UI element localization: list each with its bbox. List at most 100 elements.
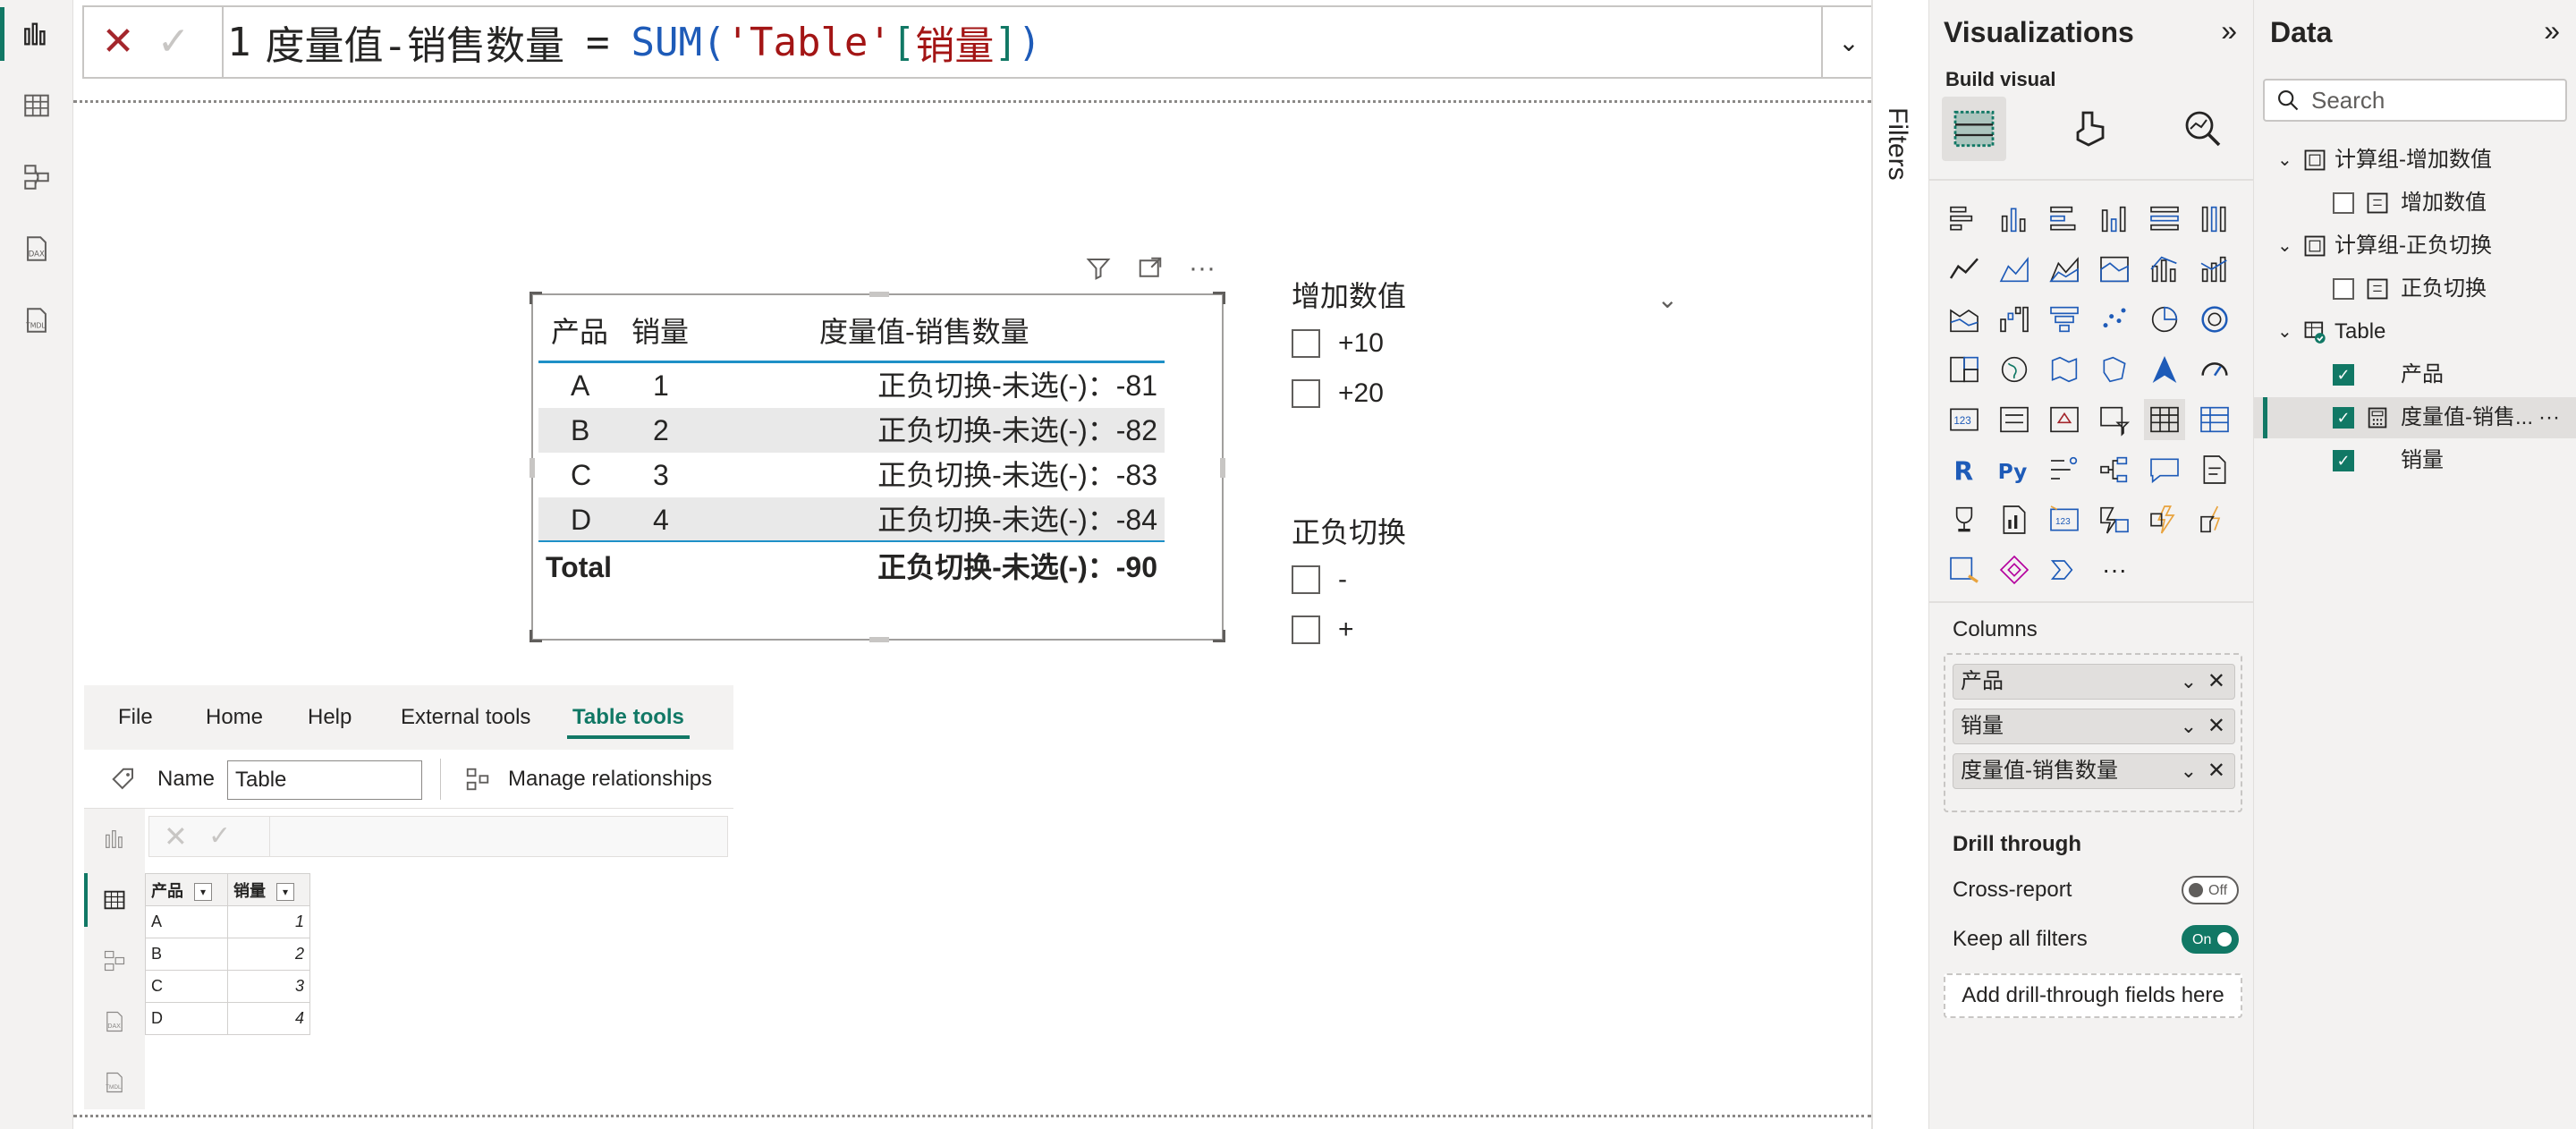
tab-home[interactable]: Home [206, 685, 263, 750]
filters-label[interactable]: Filters [1882, 107, 1912, 181]
build-visual-tab-icon[interactable] [1942, 97, 2006, 161]
formula-text[interactable]: 1 度量值-销售数量 = SUM( 'Table' [ 销量 ] ) [222, 7, 1819, 77]
tab-table-tools[interactable]: Table tools [567, 685, 690, 750]
resize-corner-br[interactable] [1213, 630, 1225, 642]
table-view-icon[interactable] [0, 73, 73, 138]
report-view-icon[interactable] [84, 809, 145, 870]
confirm-icon[interactable]: ✓ [147, 14, 200, 68]
collapse-pane-icon[interactable]: » [2221, 14, 2237, 47]
formula-bar[interactable]: ✕ ✓ 1 度量值-销售数量 = SUM( 'Table' [ 销量 ] ) ⌄ [82, 5, 1877, 79]
drill-through-drop-zone[interactable]: Add drill-through fields here [1944, 973, 2242, 1018]
waterfall-chart-icon[interactable] [1994, 299, 2035, 340]
chevron-down-icon[interactable]: ⌄ [2277, 140, 2292, 181]
paginated-report-icon[interactable] [1994, 499, 2035, 540]
100-stacked-bar-chart-icon[interactable] [2144, 199, 2185, 240]
100-stacked-column-chart-icon[interactable] [2194, 199, 2235, 240]
grid-cell[interactable]: C [145, 970, 228, 1003]
checkbox[interactable] [2333, 278, 2354, 300]
grid-cell[interactable]: 4 [227, 1002, 310, 1035]
stacked-area-chart-icon[interactable] [2044, 249, 2085, 290]
confirm-icon[interactable]: ✓ [208, 817, 231, 856]
slicer-item[interactable]: - [1292, 555, 1685, 605]
funnel-chart-icon[interactable] [2044, 299, 2085, 340]
stacked-bar-chart-icon[interactable] [1944, 199, 1985, 240]
checkbox[interactable] [1292, 379, 1320, 408]
ribbon-chart-icon[interactable] [1944, 299, 1985, 340]
checkbox[interactable] [1292, 565, 1320, 594]
search-input[interactable] [2311, 84, 2562, 116]
grid-cell[interactable]: D [145, 1002, 228, 1035]
treemap-icon[interactable] [1944, 349, 1985, 390]
focus-mode-icon[interactable] [1134, 252, 1166, 284]
clustered-column-chart-icon[interactable] [2094, 199, 2135, 240]
donut-chart-icon[interactable] [2194, 299, 2235, 340]
slicer-item[interactable]: +10 [1292, 318, 1685, 369]
collapse-pane-icon[interactable]: » [2544, 14, 2560, 47]
resize-corner-bl[interactable] [530, 630, 542, 642]
100-stacked-area-chart-icon[interactable] [2094, 249, 2135, 290]
checkbox[interactable] [2333, 192, 2354, 214]
dropdown-icon[interactable]: ▾ [276, 882, 294, 901]
field-pill-qty[interactable]: 销量 ⌄ ✕ [1953, 709, 2235, 744]
tab-file[interactable]: File [118, 685, 153, 750]
tree-node-field-measure[interactable]: ✓ 度量值-销售... ··· [2254, 397, 2576, 438]
chevron-down-icon[interactable]: ⌄ [2277, 311, 2292, 352]
clustered-bar-chart-icon[interactable] [2044, 199, 2085, 240]
tmdl-view-icon[interactable]: TMDL [84, 1052, 145, 1113]
python-visual-icon[interactable]: Py [1994, 449, 2035, 490]
tree-node-sign-toggle[interactable]: 正负切换 [2254, 268, 2576, 310]
power-automate-icon[interactable] [2094, 499, 2135, 540]
azure-map-icon[interactable] [2144, 349, 2185, 390]
more-options-icon[interactable]: ··· [1186, 252, 1218, 284]
data-search-box[interactable] [2263, 79, 2567, 122]
tree-node-field-product[interactable]: ✓ 产品 [2254, 354, 2576, 395]
line-and-stacked-column-icon[interactable] [2144, 249, 2185, 290]
line-and-clustered-column-icon[interactable] [2194, 249, 2235, 290]
column-header-product[interactable]: 产品 [551, 301, 608, 363]
checkbox-checked[interactable]: ✓ [2333, 407, 2354, 429]
gauge-icon[interactable] [2194, 349, 2235, 390]
shape-map-icon[interactable] [2094, 349, 2135, 390]
goals-icon[interactable] [1944, 499, 1985, 540]
format-visual-tab-icon[interactable] [2058, 97, 2123, 161]
power-apps-card-icon[interactable]: 123 [2044, 499, 2085, 540]
model-view-icon[interactable] [0, 145, 73, 209]
filters-pane-collapsed[interactable]: Filters [1871, 0, 1928, 1129]
slicer-item[interactable]: + [1292, 605, 1685, 655]
field-pill-product[interactable]: 产品 ⌄ ✕ [1953, 664, 2235, 700]
resize-handle-left[interactable] [530, 458, 535, 478]
tree-node-field-qty[interactable]: ✓ 销量 [2254, 440, 2576, 481]
checkbox-checked[interactable]: ✓ [2333, 364, 2354, 386]
tree-node-increase-value[interactable]: 增加数值 [2254, 183, 2576, 224]
grid-cell[interactable]: A [145, 905, 228, 938]
tab-help[interactable]: Help [308, 685, 352, 750]
power-apps-icon[interactable] [2144, 499, 2185, 540]
pie-chart-icon[interactable] [2144, 299, 2185, 340]
remove-field-icon[interactable]: ✕ [2207, 754, 2225, 788]
chevron-down-icon[interactable]: ⌄ [2181, 754, 2197, 788]
manage-relationships-button[interactable]: Manage relationships [508, 750, 712, 809]
cross-report-toggle[interactable]: Off [2182, 876, 2239, 904]
chevron-down-icon[interactable]: ⌄ [1657, 277, 1678, 322]
column-header-qty[interactable]: 销量 [631, 301, 689, 363]
map-icon[interactable] [1994, 349, 2035, 390]
stacked-column-chart-icon[interactable] [1994, 199, 2035, 240]
power-platform-icon[interactable] [1994, 549, 2035, 590]
tree-node-table[interactable]: ⌄ Table [2254, 311, 2576, 352]
model-view-icon[interactable] [84, 930, 145, 991]
smart-narrative-icon[interactable] [2194, 449, 2235, 490]
grid-header[interactable]: 销量 ▾ [227, 873, 310, 906]
checkbox[interactable] [1292, 615, 1320, 644]
more-visuals-icon[interactable]: ··· [2094, 549, 2135, 590]
dax-query-icon[interactable]: DAX [0, 216, 73, 281]
tmdl-view-icon[interactable]: TMDL [0, 288, 73, 352]
resize-handle-right[interactable] [1220, 458, 1225, 478]
arrow-chevrons-icon[interactable] [2044, 549, 2085, 590]
slicer-sign-toggle[interactable]: 正负切换 - + [1292, 510, 1685, 655]
copilot-visual-icon[interactable] [1944, 549, 1985, 590]
more-options-icon[interactable]: ··· [2538, 397, 2560, 438]
area-chart-icon[interactable] [1994, 249, 2035, 290]
power-automate-flow-icon[interactable] [2194, 499, 2235, 540]
dax-query-icon[interactable]: DAX [84, 991, 145, 1052]
card-icon[interactable]: 123 [1944, 399, 1985, 440]
